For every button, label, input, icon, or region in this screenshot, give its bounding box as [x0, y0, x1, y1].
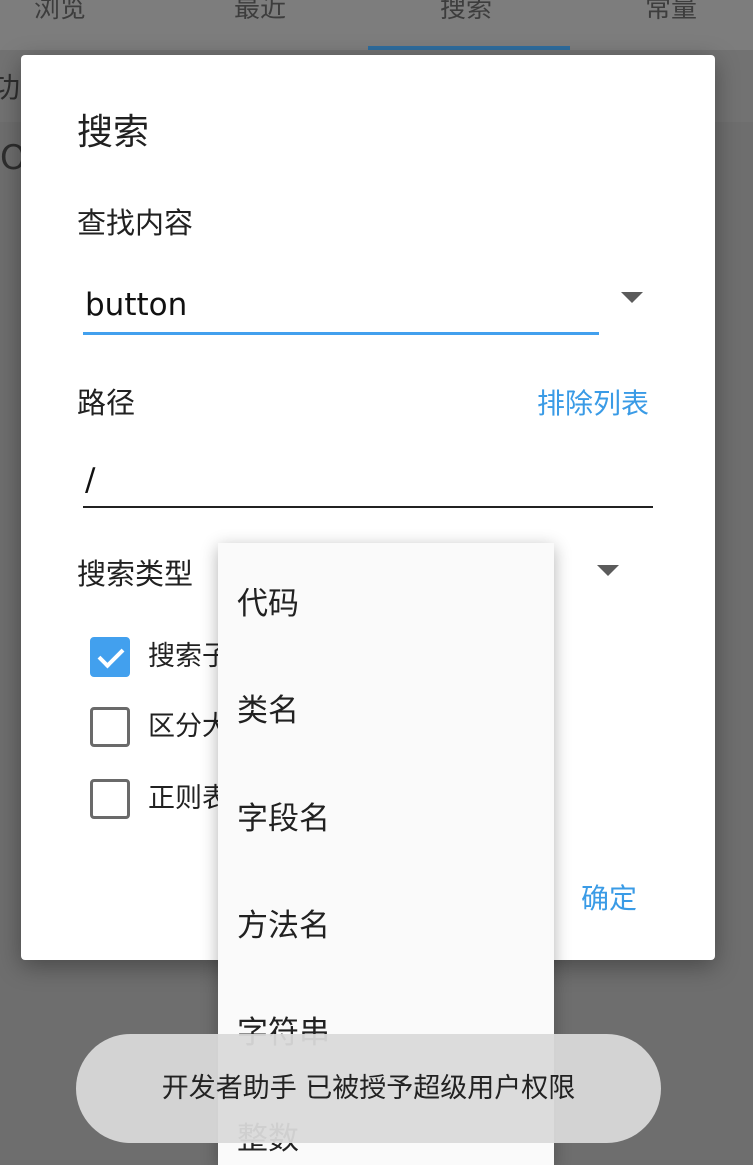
checkbox-subdirs[interactable] — [90, 637, 130, 677]
toast-message: 开发者助手 已被授予超级用户权限 — [161, 1073, 576, 1104]
toast: 开发者助手 已被授予超级用户权限 — [76, 1034, 661, 1143]
search-type-label: 搜索类型 — [77, 557, 194, 591]
checkbox-label-regex: 正则表 — [148, 783, 229, 814]
menu-item-code[interactable]: 代码 — [237, 578, 299, 623]
tab-constants[interactable]: 常量 — [645, 0, 697, 28]
exclude-list-link[interactable]: 排除列表 — [537, 382, 649, 422]
checkbox-case-sensitive[interactable] — [90, 707, 130, 747]
dialog-title: 搜索 — [77, 112, 150, 153]
find-input[interactable] — [83, 277, 599, 335]
tab-recent[interactable]: 最近 — [234, 0, 286, 28]
tab-browse[interactable]: 浏览 — [34, 0, 86, 28]
menu-item-method-name[interactable]: 方法名 — [237, 900, 330, 945]
checkbox-label-subdirs: 搜索子 — [148, 641, 229, 672]
find-label: 查找内容 — [77, 206, 194, 240]
tab-search[interactable]: 搜索 — [440, 0, 492, 28]
menu-item-class-name[interactable]: 类名 — [237, 685, 299, 730]
background-text-fragment: 功 — [0, 71, 21, 104]
checkbox-label-case: 区分大 — [148, 711, 229, 742]
path-input[interactable] — [83, 453, 653, 508]
search-type-dropdown-icon[interactable] — [597, 565, 619, 576]
background-tab-bar: 浏览 最近 搜索 常量 — [0, 0, 753, 50]
path-label: 路径 — [77, 386, 136, 420]
checkbox-regex[interactable] — [90, 779, 130, 819]
ok-button[interactable]: 确定 — [581, 877, 637, 917]
find-history-dropdown-icon[interactable] — [621, 292, 643, 303]
menu-item-field-name[interactable]: 字段名 — [237, 793, 330, 838]
